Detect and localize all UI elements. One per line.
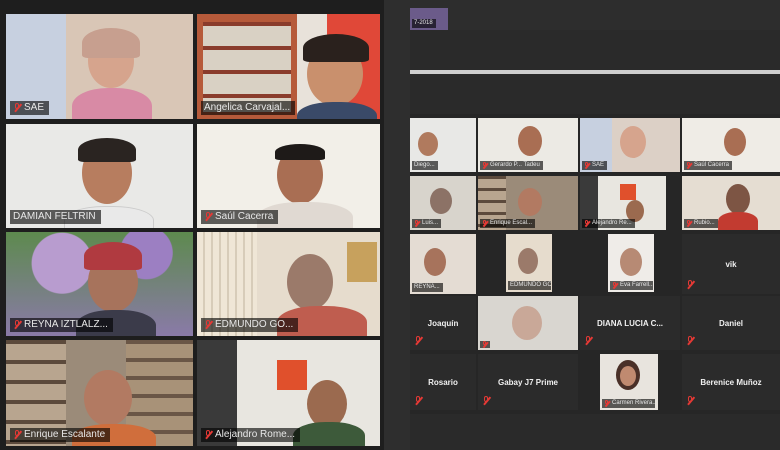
empty-region — [410, 74, 780, 114]
right-gallery-top-row — [410, 0, 780, 30]
muted-mic-icon — [13, 320, 21, 330]
muted-mic-icon — [414, 396, 422, 406]
name-only-tile[interactable]: Rosario — [410, 354, 476, 410]
muted-mic-icon — [612, 282, 617, 289]
name-only-tile[interactable]: Daniel — [682, 296, 780, 350]
muted-mic-icon — [584, 220, 589, 227]
thumb-tile-top-0[interactable]: 7-2018 — [410, 8, 448, 30]
participant-name-tag: SAE — [582, 161, 608, 170]
participant-name-tag: Enrique Escal... — [480, 219, 536, 228]
name-only-tile[interactable]: Berenice Muñoz — [682, 354, 780, 410]
muted-mic-icon — [482, 162, 487, 169]
empty-region — [410, 414, 780, 450]
participant-name-tag: DAMIAN FELTRIN — [10, 210, 101, 224]
muted-mic-icon — [482, 341, 487, 348]
name-only-tile[interactable]: DIANA LUCIA C... — [580, 296, 680, 350]
video-tile-alejandro[interactable]: Alejandro Rome... — [197, 340, 380, 446]
name-only-tile[interactable]: vik — [682, 234, 780, 294]
thumb-tile[interactable]: Enrique Escal... — [478, 176, 578, 230]
participant-name-tag: Saúl Cacerra — [684, 161, 733, 170]
thumb-tile[interactable]: Alejandro Re... — [580, 176, 666, 230]
muted-mic-icon — [686, 396, 694, 406]
thumb-tile[interactable]: EDMUNDO GO... — [506, 234, 552, 292]
video-tile-sae[interactable]: SAE — [6, 14, 193, 119]
thumb-tile[interactable]: Diego... — [410, 118, 476, 172]
video-tile-enrique[interactable]: Enrique Escalante — [6, 340, 193, 446]
video-tile-saul[interactable]: Saúl Cacerra — [197, 124, 380, 228]
muted-mic-icon — [414, 336, 422, 346]
participant-name-tag: SAE — [10, 101, 50, 115]
participant-name-tag: Saúl Cacerra — [201, 210, 279, 224]
participant-name-tag: EDMUNDO GO... — [201, 318, 299, 332]
participant-name-tag: Luis... — [412, 219, 442, 228]
participant-name-tag: Gerardo P... Tadeu — [480, 161, 543, 170]
thumb-tile[interactable]: Saúl Cacerra — [682, 118, 780, 172]
participant-name-tag — [480, 341, 490, 348]
participant-name-tag: REYNA IZTLALZ... — [10, 318, 113, 332]
muted-mic-icon — [204, 212, 212, 222]
muted-mic-icon — [686, 336, 694, 346]
muted-mic-icon — [13, 430, 21, 440]
video-tile-reyna[interactable]: REYNA IZTLALZ... — [6, 232, 193, 336]
thumb-tile[interactable]: REYNA... — [410, 234, 476, 294]
name-only-tile[interactable]: Gabay J7 Prime — [478, 354, 578, 410]
muted-mic-icon — [204, 430, 212, 440]
muted-mic-icon — [686, 220, 691, 227]
muted-mic-icon — [13, 103, 21, 113]
thumb-tile[interactable]: Luis... — [410, 176, 476, 230]
muted-mic-icon — [204, 320, 212, 330]
muted-mic-icon — [584, 336, 592, 346]
muted-mic-icon — [482, 220, 487, 227]
participant-name-tag: Rubio... — [684, 219, 718, 228]
thumb-tile[interactable]: Carmen Rivera... — [600, 354, 658, 410]
participant-name-tag: Angelica Carvajal... — [201, 101, 296, 115]
participant-name-tag: Carmen Rivera... — [602, 399, 655, 408]
thumb-tile[interactable] — [478, 296, 578, 350]
muted-mic-icon — [482, 396, 490, 406]
muted-mic-icon — [686, 280, 694, 290]
thumb-tile[interactable]: Gerardo P... Tadeu — [478, 118, 578, 172]
muted-mic-icon — [686, 162, 691, 169]
participant-name-tag: Diego... — [412, 161, 438, 170]
participant-name-tag: Alejandro Re... — [582, 219, 635, 228]
participant-name-tag: Alejandro Rome... — [201, 428, 301, 442]
thumb-tile[interactable]: Eva Farrell... — [608, 234, 654, 292]
video-tile-damian[interactable]: DAMIAN FELTRIN — [6, 124, 193, 228]
participant-name-tag: REYNA... — [412, 283, 443, 292]
participant-name-tag: Enrique Escalante — [10, 428, 111, 442]
thumb-tile[interactable]: Rubio... — [682, 176, 780, 230]
empty-region — [410, 30, 780, 70]
participant-name-tag: EDMUNDO GO... — [508, 281, 551, 290]
window-divider — [384, 0, 410, 450]
muted-mic-icon — [584, 162, 589, 169]
muted-mic-icon — [414, 220, 419, 227]
participant-name-tag: Eva Farrell... — [610, 281, 653, 290]
muted-mic-icon — [604, 400, 609, 407]
name-only-tile[interactable]: Joaquín — [410, 296, 476, 350]
video-tile-edmundo[interactable]: EDMUNDO GO... — [197, 232, 380, 336]
thumb-tile[interactable]: SAE — [580, 118, 680, 172]
participant-name-tag: 7-2018 — [412, 19, 436, 28]
video-tile-angelica[interactable]: Angelica Carvajal... — [197, 14, 380, 119]
